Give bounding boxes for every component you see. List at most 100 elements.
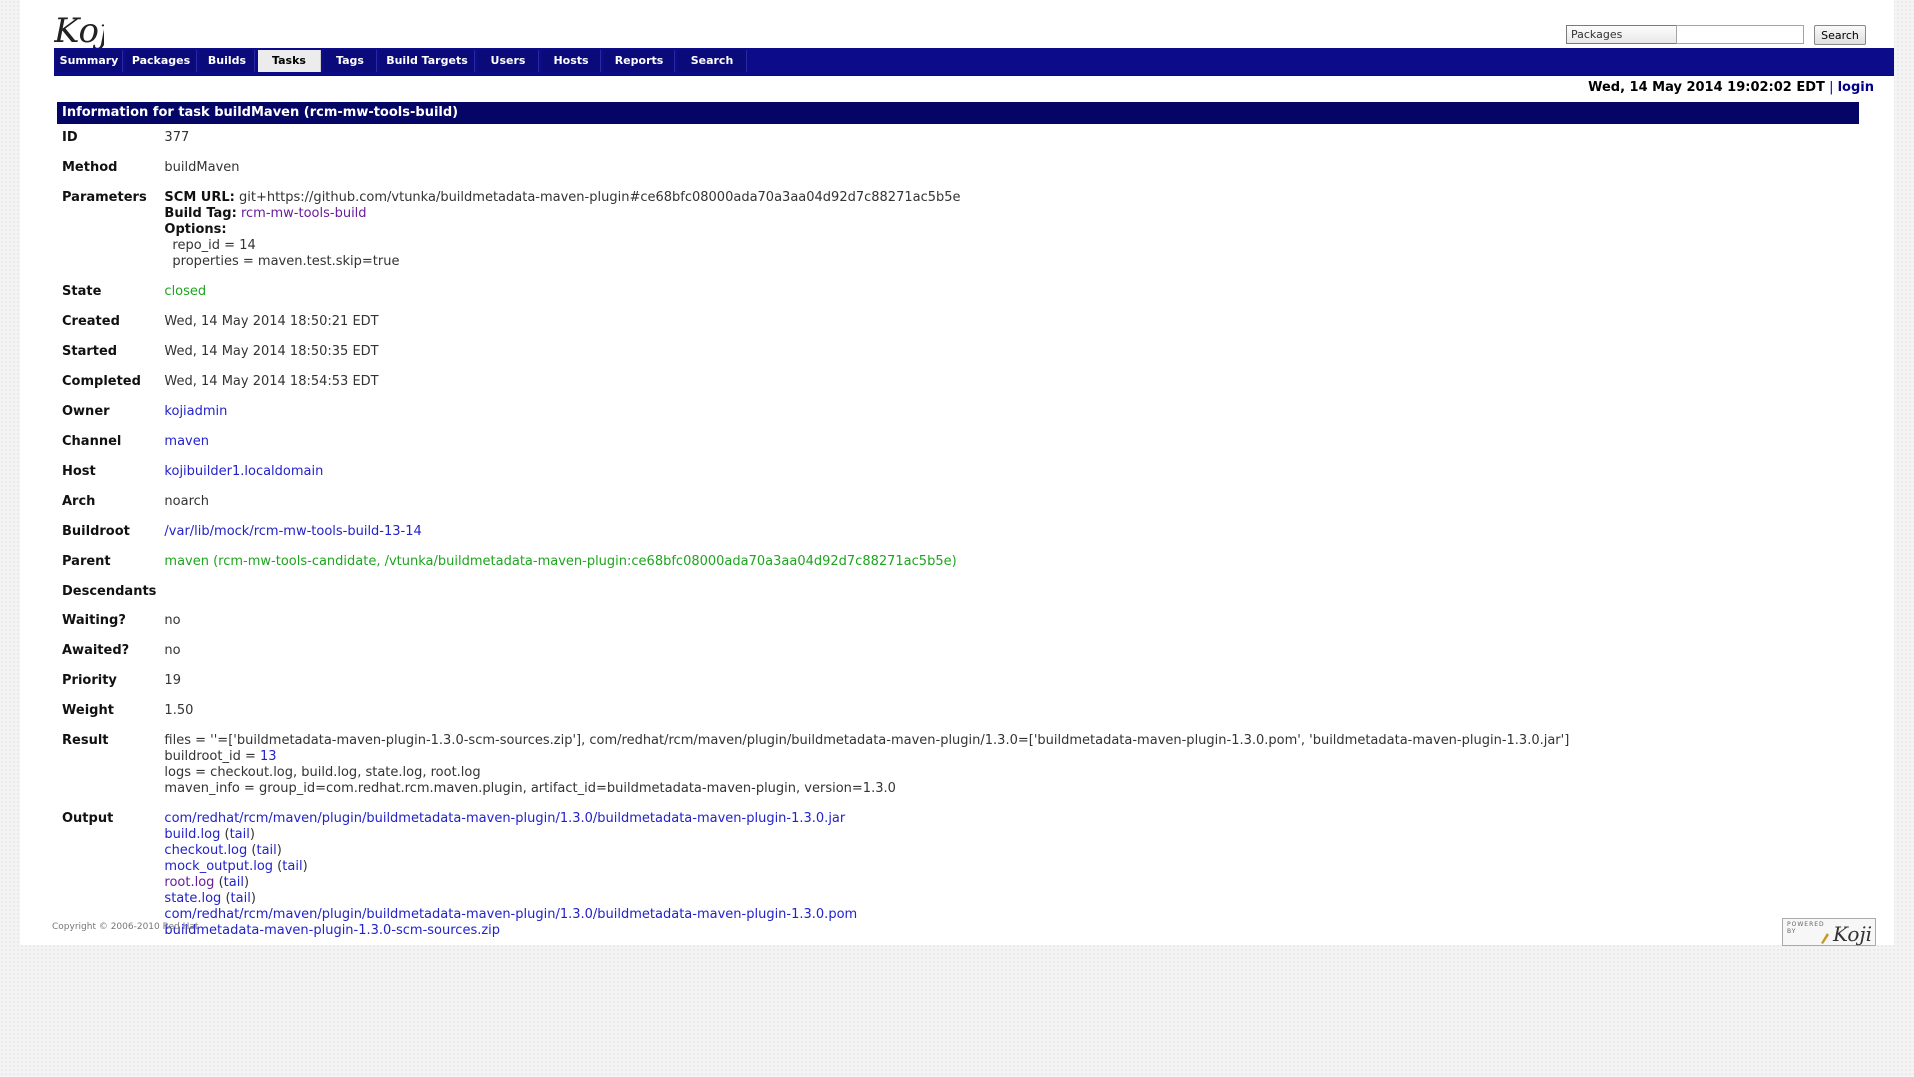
table-row: Result files = ''=['buildmetadata-maven-… <box>60 729 1569 807</box>
build-tag-link[interactable]: rcm-mw-tools-build <box>241 206 367 221</box>
method-label: Method <box>62 160 118 175</box>
list-item: com/redhat/rcm/maven/plugin/buildmetadat… <box>164 811 1569 827</box>
table-row: Parameters SCM URL: git+https://github.c… <box>60 186 1569 280</box>
current-date: Wed, 14 May 2014 19:02:02 EDT <box>1588 80 1825 95</box>
svg-text:Koji: Koji <box>1832 922 1872 946</box>
table-row: Completed Wed, 14 May 2014 18:54:53 EDT <box>60 370 1569 400</box>
buildroot-label: Buildroot <box>62 524 130 539</box>
tab-summary[interactable]: Summary <box>56 50 123 72</box>
tab-hosts[interactable]: Hosts <box>542 50 601 72</box>
channel-label: Channel <box>62 434 122 449</box>
weight-label: Weight <box>62 703 114 718</box>
descendants-label: Descendants <box>62 584 157 599</box>
arch-label: Arch <box>62 494 96 509</box>
owner-label: Owner <box>62 404 110 419</box>
options-label: Options: <box>164 222 227 237</box>
table-row: Awaited? no <box>60 639 1569 669</box>
priority-label: Priority <box>62 673 117 688</box>
option-repo-id: repo_id = 14 <box>172 238 256 253</box>
footer-copyright: Copyright © 2006-2010 Red Hat <box>52 922 199 932</box>
tab-tags[interactable]: Tags <box>324 50 377 72</box>
result-value: files = ''=['buildmetadata-maven-plugin-… <box>164 729 1569 807</box>
output-file-link[interactable]: root.log <box>164 875 214 890</box>
output-file-link[interactable]: mock_output.log <box>164 859 273 874</box>
tab-tasks[interactable]: Tasks <box>258 50 321 72</box>
table-row: Channel maven <box>60 430 1569 460</box>
waiting-value: no <box>164 613 181 628</box>
koji-small-logo-icon: Koji <box>1821 922 1872 946</box>
awaited-label: Awaited? <box>62 643 130 658</box>
tab-builds[interactable]: Builds <box>200 50 255 72</box>
table-row: Host kojibuilder1.localdomain <box>60 460 1569 490</box>
table-row: Descendants <box>60 580 1569 609</box>
search-input[interactable] <box>1676 25 1804 44</box>
host-link[interactable]: kojibuilder1.localdomain <box>164 464 323 479</box>
option-properties: properties = maven.test.skip=true <box>172 254 400 269</box>
page-container: Koji Packages ▼ Search Summary Packages … <box>20 0 1894 946</box>
tab-packages[interactable]: Packages <box>126 50 197 72</box>
table-row: Buildroot /var/lib/mock/rcm-mw-tools-bui… <box>60 520 1569 550</box>
output-tail-link[interactable]: tail <box>231 891 251 906</box>
result-buildroot-link[interactable]: 13 <box>260 749 277 764</box>
tab-search[interactable]: Search <box>678 50 747 72</box>
arch-value: noarch <box>164 494 210 509</box>
build-tag-label: Build Tag: <box>164 206 237 221</box>
host-label: Host <box>62 464 96 479</box>
result-buildroot-prefix: buildroot_id = <box>164 749 260 764</box>
output-file-link[interactable]: state.log <box>164 891 221 906</box>
output-tail-link[interactable]: tail <box>256 843 276 858</box>
search-button[interactable]: Search <box>1814 25 1866 45</box>
output-file-link[interactable]: com/redhat/rcm/maven/plugin/buildmetadat… <box>164 811 845 826</box>
parent-link[interactable]: maven (rcm-mw-tools-candidate, /vtunka/b… <box>164 554 956 569</box>
output-file-link[interactable]: checkout.log <box>164 843 247 858</box>
state-label: State <box>62 284 102 299</box>
header: Koji Packages ▼ Search Summary Packages … <box>36 0 1894 76</box>
tab-build-targets[interactable]: Build Targets <box>380 50 475 72</box>
table-row: Waiting? no <box>60 609 1569 639</box>
awaited-value: no <box>164 643 181 658</box>
list-item: checkout.log (tail) <box>164 843 282 858</box>
task-info-table: ID 377 Method buildMaven Parameters SCM … <box>60 126 1569 949</box>
list-item: com/redhat/rcm/maven/plugin/buildmetadat… <box>164 907 1569 923</box>
created-value: Wed, 14 May 2014 18:50:21 EDT <box>164 314 379 329</box>
table-row: Weight 1.50 <box>60 699 1569 729</box>
output-file-link[interactable]: build.log <box>164 827 220 842</box>
waiting-label: Waiting? <box>62 613 126 628</box>
login-link[interactable]: login <box>1838 80 1874 95</box>
output-file-link[interactable]: com/redhat/rcm/maven/plugin/buildmetadat… <box>164 907 857 922</box>
powered-by-badge[interactable]: POWERED BY Koji <box>1782 918 1876 946</box>
id-value: 377 <box>164 130 190 145</box>
tab-reports[interactable]: Reports <box>604 50 675 72</box>
search-area: Packages ▼ Search <box>1566 25 1866 47</box>
svg-text:Koji: Koji <box>54 11 104 50</box>
result-files: files = ''=['buildmetadata-maven-plugin-… <box>164 733 1570 748</box>
table-row: Started Wed, 14 May 2014 18:50:35 EDT <box>60 340 1569 370</box>
parent-label: Parent <box>62 554 111 569</box>
owner-link[interactable]: kojiadmin <box>164 404 227 419</box>
output-file-link[interactable]: buildmetadata-maven-plugin-1.3.0-scm-sou… <box>164 923 500 938</box>
output-list: com/redhat/rcm/maven/plugin/buildmetadat… <box>164 807 1569 949</box>
scm-url-value: git+https://github.com/vtunka/buildmetad… <box>238 190 961 205</box>
output-tail-link[interactable]: tail <box>230 827 250 842</box>
table-row: Output com/redhat/rcm/maven/plugin/build… <box>60 807 1569 949</box>
table-row: ID 377 <box>60 126 1569 156</box>
search-type-value: Packages <box>1571 28 1623 41</box>
table-row: Arch noarch <box>60 490 1569 520</box>
channel-link[interactable]: maven <box>164 434 209 449</box>
completed-value: Wed, 14 May 2014 18:54:53 EDT <box>164 374 379 389</box>
completed-label: Completed <box>62 374 141 389</box>
datebar-separator: | <box>1829 80 1834 95</box>
table-row: Priority 19 <box>60 669 1569 699</box>
table-row: Owner kojiadmin <box>60 400 1569 430</box>
page-title: Information for task buildMaven (rcm-mw-… <box>57 102 1859 124</box>
buildroot-link[interactable]: /var/lib/mock/rcm-mw-tools-build-13-14 <box>164 524 421 539</box>
koji-logo[interactable]: Koji <box>54 8 104 50</box>
output-tail-link[interactable]: tail <box>224 875 244 890</box>
list-item: buildmetadata-maven-plugin-1.3.0-scm-sou… <box>164 923 1569 939</box>
table-row: Parent maven (rcm-mw-tools-candidate, /v… <box>60 550 1569 580</box>
tab-users[interactable]: Users <box>478 50 539 72</box>
result-logs: logs = checkout.log, build.log, state.lo… <box>164 765 481 780</box>
output-tail-link[interactable]: tail <box>282 859 302 874</box>
datebar: Wed, 14 May 2014 19:02:02 EDT | login <box>1588 80 1874 95</box>
weight-value: 1.50 <box>164 703 194 718</box>
